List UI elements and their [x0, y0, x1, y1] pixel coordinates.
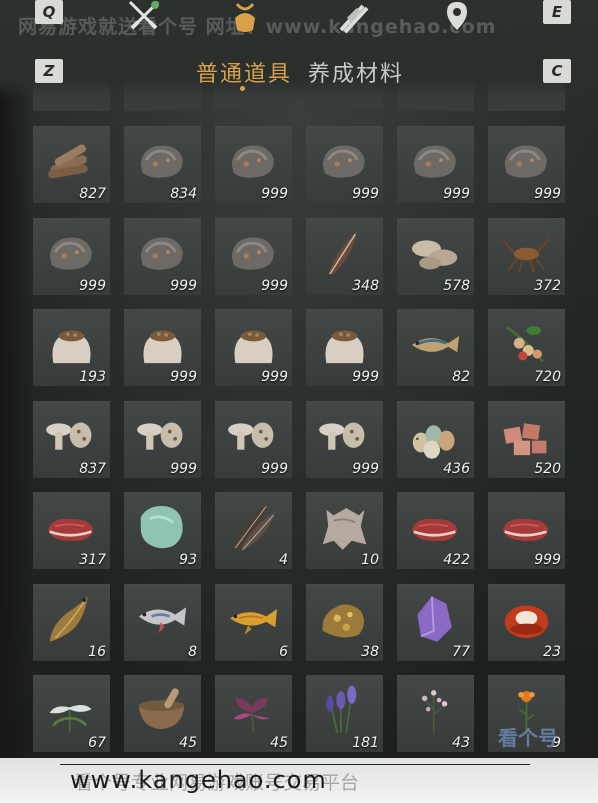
inventory-slot[interactable]: 999 — [488, 126, 565, 203]
item-count: 43 — [452, 735, 470, 751]
inventory-slot[interactable]: 999 — [124, 401, 201, 478]
item-count: 720 — [534, 369, 561, 385]
inventory-slot[interactable]: 8 — [124, 584, 201, 661]
inventory-grid: 1541516165827834999999999999999999999348… — [33, 0, 573, 760]
inventory-slot[interactable]: 999 — [215, 309, 292, 386]
active-tab-indicator — [240, 86, 245, 91]
item-count: 999 — [534, 552, 561, 568]
item-count: 578 — [443, 278, 470, 294]
inventory-slot[interactable]: 348 — [306, 218, 383, 295]
inventory-slot[interactable]: 38 — [306, 584, 383, 661]
item-count: 10 — [361, 552, 379, 568]
item-count: 193 — [79, 369, 106, 385]
item-count: 999 — [352, 186, 379, 202]
inventory-slot[interactable]: 23 — [488, 584, 565, 661]
item-count: 999 — [261, 186, 288, 202]
inventory-slot[interactable]: 45 — [124, 675, 201, 752]
item-count: 45 — [270, 735, 288, 751]
inventory-slot[interactable]: 999 — [306, 126, 383, 203]
item-count: 999 — [79, 278, 106, 294]
item-count: 837 — [79, 461, 106, 477]
item-count: 999 — [170, 461, 197, 477]
tab-common-items[interactable]: 普通道具 — [196, 56, 292, 88]
item-count: 436 — [443, 461, 470, 477]
item-count: 422 — [443, 552, 470, 568]
inventory-slot[interactable]: 520 — [488, 401, 565, 478]
inventory-slot[interactable]: 999 — [215, 218, 292, 295]
inventory-slot[interactable]: 436 — [397, 401, 474, 478]
item-count: 999 — [170, 369, 197, 385]
inventory-slot[interactable]: 181 — [306, 675, 383, 752]
item-count: 6 — [279, 644, 288, 660]
item-count: 8 — [188, 644, 197, 660]
corner-logo: 看个号 — [498, 726, 558, 750]
item-count: 999 — [170, 278, 197, 294]
inventory-slot[interactable]: 67 — [33, 675, 110, 752]
item-count: 827 — [79, 186, 106, 202]
banner-url-text: www.kangehao.com — [70, 766, 327, 794]
item-count: 999 — [261, 278, 288, 294]
item-count: 45 — [179, 735, 197, 751]
inventory-slot[interactable]: 372 — [488, 218, 565, 295]
inventory-slot[interactable]: 837 — [33, 401, 110, 478]
inventory-slot[interactable]: 43 — [397, 675, 474, 752]
item-count: 181 — [352, 735, 379, 751]
inventory-slot[interactable]: 999 — [306, 309, 383, 386]
item-count: 999 — [534, 186, 561, 202]
inventory-slot[interactable]: 16 — [33, 584, 110, 661]
item-count: 67 — [88, 735, 106, 751]
key-hint-q[interactable]: Q — [35, 0, 63, 24]
scroll-icon[interactable] — [333, 0, 373, 34]
item-count: 38 — [361, 644, 379, 660]
item-count: 23 — [543, 644, 561, 660]
item-count: 77 — [452, 644, 470, 660]
inventory-slot[interactable]: 10 — [306, 492, 383, 569]
inventory-slot[interactable]: 999 — [215, 401, 292, 478]
inventory-slot[interactable]: 193 — [33, 309, 110, 386]
inventory-slot[interactable]: 834 — [124, 126, 201, 203]
inventory-slot[interactable]: 93 — [124, 492, 201, 569]
inventory-slot[interactable]: 4 — [215, 492, 292, 569]
inventory-slot[interactable]: 827 — [33, 126, 110, 203]
item-count: 4 — [279, 552, 288, 568]
item-count: 999 — [352, 461, 379, 477]
inventory-slot[interactable]: 6 — [215, 584, 292, 661]
inventory-slot[interactable]: 578 — [397, 218, 474, 295]
inventory-slot[interactable]: 999 — [124, 218, 201, 295]
inventory-slot[interactable]: 422 — [397, 492, 474, 569]
inventory-slot[interactable]: 45 — [215, 675, 292, 752]
background-shadow — [0, 0, 34, 803]
inventory-slot[interactable]: 999 — [124, 309, 201, 386]
inventory-slot[interactable]: 720 — [488, 309, 565, 386]
item-count: 999 — [443, 186, 470, 202]
item-count: 834 — [170, 186, 197, 202]
inventory-slot[interactable]: 999 — [397, 126, 474, 203]
item-count: 16 — [88, 644, 106, 660]
category-tabs: 普通道具 养成材料 — [0, 56, 598, 88]
item-count: 999 — [352, 369, 379, 385]
item-count: 999 — [261, 369, 288, 385]
crossed-swords-icon[interactable] — [124, 0, 164, 34]
inventory-slot[interactable]: 82 — [397, 309, 474, 386]
banner-divider — [60, 764, 530, 765]
item-count: 999 — [261, 461, 288, 477]
pouch-icon[interactable] — [225, 0, 265, 34]
item-count: 317 — [79, 552, 106, 568]
key-hint-e[interactable]: E — [543, 0, 571, 24]
inventory-slot[interactable]: 999 — [215, 126, 292, 203]
inventory-slot[interactable]: 77 — [397, 584, 474, 661]
item-count: 372 — [534, 278, 561, 294]
tab-cultivation-materials[interactable]: 养成材料 — [308, 56, 404, 88]
inventory-slot[interactable]: 999 — [488, 492, 565, 569]
inventory-slot[interactable]: 999 — [306, 401, 383, 478]
map-pin-icon[interactable] — [437, 0, 477, 34]
item-count: 348 — [352, 278, 379, 294]
item-count: 93 — [179, 552, 197, 568]
item-count: 520 — [534, 461, 561, 477]
inventory-slot[interactable]: 999 — [33, 218, 110, 295]
inventory-slot[interactable]: 317 — [33, 492, 110, 569]
item-count: 82 — [452, 369, 470, 385]
